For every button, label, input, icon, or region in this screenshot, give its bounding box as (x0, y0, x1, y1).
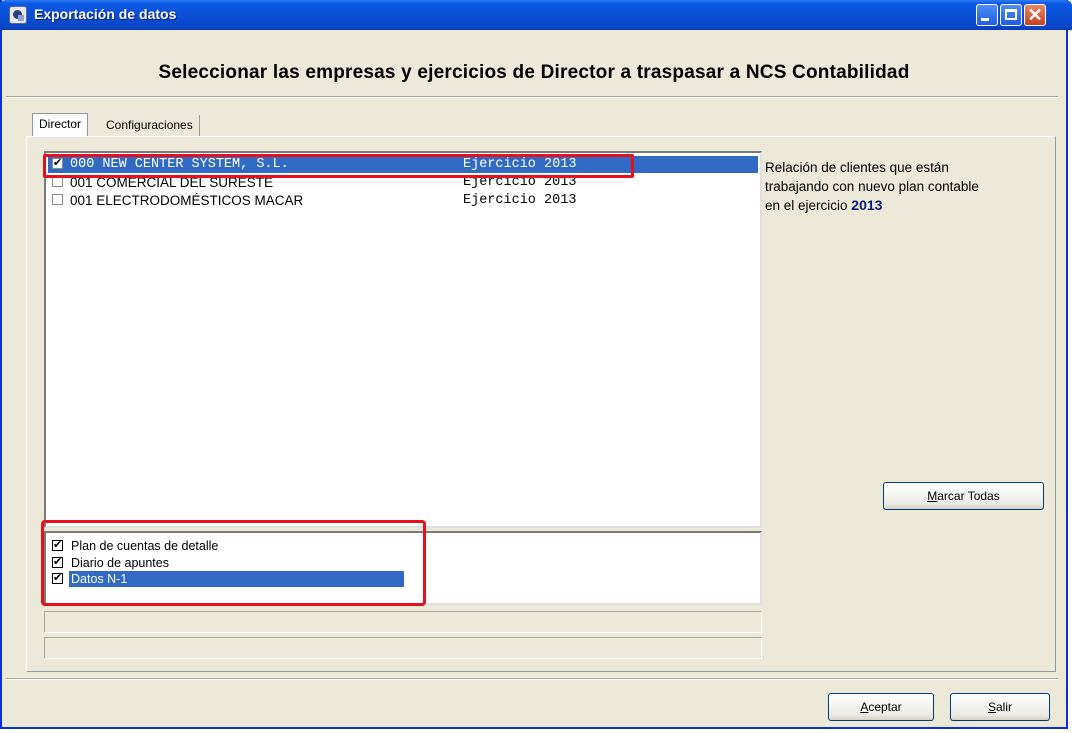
progress-bar-2 (44, 637, 762, 659)
heading-divider (6, 96, 1058, 98)
title-bar[interactable]: Exportación de datos ✕ (0, 0, 1072, 30)
footer-divider (6, 678, 1058, 680)
company-list[interactable]: 000 NEW CENTER SYSTEM, S.L. Ejercicio 20… (44, 151, 762, 528)
close-icon: ✕ (1027, 5, 1043, 25)
aceptar-label: ceptar (868, 700, 902, 714)
tab-configuraciones[interactable]: Configuraciones (100, 115, 200, 137)
tab-director[interactable]: Director (32, 113, 89, 137)
info-line-2: trabajando con nuevo plan contable (765, 179, 979, 194)
company-ejercicio: Ejercicio 2013 (463, 193, 577, 208)
progress-bar-1 (44, 611, 762, 633)
marcar-mnemonic: M (927, 489, 938, 503)
window-title: Exportación de datos (34, 6, 177, 22)
page-heading: Seleccionar las empresas y ejercicios de… (158, 62, 910, 83)
company-name: 001 ELECTRODOMÉSTICOS MACAR (70, 193, 304, 208)
info-line-3: en el ejercicio 2013 (765, 196, 1055, 215)
info-line-1: Relación de clientes que están (765, 160, 949, 175)
maximize-button[interactable] (1000, 4, 1022, 26)
salir-button[interactable]: Salir (950, 693, 1050, 721)
close-button[interactable]: ✕ (1024, 4, 1046, 26)
marcar-todas-button[interactable]: Marcar Todas (883, 482, 1044, 510)
app-icon[interactable] (9, 6, 27, 24)
company-row[interactable]: 001 ELECTRODOMÉSTICOS MACAR Ejercicio 20… (48, 192, 758, 209)
aceptar-button[interactable]: Aceptar (828, 693, 934, 721)
highlight-box-company (43, 154, 634, 178)
info-year: 2013 (851, 197, 883, 213)
salir-label: alir (996, 700, 1013, 714)
marcar-label: arcar Todas (937, 489, 1000, 503)
salir-mnemonic: S (987, 700, 996, 714)
minimize-button[interactable] (976, 4, 998, 26)
info-line-3-text: en el ejercicio (765, 198, 852, 213)
company-checkbox[interactable] (52, 194, 63, 205)
info-text: Relación de clientes que están trabajand… (765, 158, 1055, 215)
highlight-box-options (41, 520, 426, 606)
